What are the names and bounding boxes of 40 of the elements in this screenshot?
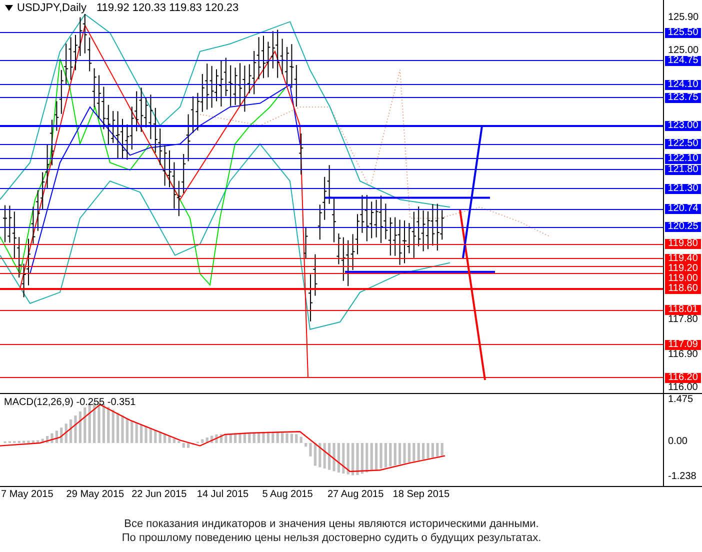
price-label: 118.01 [665, 305, 701, 316]
price-label: 119.20 [665, 264, 701, 274]
price-label: 118.60 [665, 284, 701, 294]
price-tick: 125.90 [668, 13, 699, 23]
price-label: 117.09 [665, 340, 701, 350]
date-label: 29 May 2015 [66, 489, 124, 500]
price-label: 119.80 [665, 239, 701, 250]
price-label: 123.75 [665, 92, 701, 103]
date-label: 7 May 2015 [1, 489, 54, 500]
price-label: 119.00 [665, 274, 701, 284]
price-label: 123.00 [665, 120, 701, 130]
macd-tick: -1.238 [668, 472, 696, 482]
date-label: 18 Sep 2015 [392, 489, 450, 500]
price-label: 121.80 [665, 164, 701, 175]
price-label: 125.50 [665, 28, 701, 38]
macd-tick: 0.00 [668, 437, 688, 447]
macd-title: MACD(12,26,9) -0.255 -0.351 [4, 397, 136, 408]
date-label: 14 Jul 2015 [196, 489, 249, 500]
price-label: 116.20 [665, 372, 701, 383]
price-label: 121.30 [665, 184, 701, 194]
price-label: 120.74 [665, 204, 701, 214]
date-label: 5 Aug 2015 [262, 489, 313, 500]
date-label: 27 Aug 2015 [328, 489, 384, 500]
ohlc-values: 119.92 120.33 119.83 120.23 [96, 2, 239, 14]
price-label: 124.10 [665, 80, 701, 90]
price-tick: 125.00 [668, 46, 699, 56]
disclaimer-text: По прошлому поведению цены нельзя достоверно судить о будущих результатах. [120, 531, 542, 545]
macd-tick: 1.475 [668, 395, 694, 405]
price-label: 124.75 [665, 56, 701, 66]
disclaimer-text: Все показания индикаторов и значения цены являются историческими данными. [123, 517, 540, 531]
price-label: 122.50 [665, 139, 701, 150]
price-tick: 116.90 [668, 350, 698, 360]
price-tick: 116.00 [668, 382, 698, 393]
date-label: 22 Jun 2015 [132, 489, 187, 500]
price-label: 122.10 [665, 154, 701, 164]
symbol-label: USDJPY,Daily [17, 2, 86, 14]
price-label: 119.40 [665, 254, 701, 264]
price-tick: 117.80 [668, 315, 698, 326]
price-label: 120.25 [665, 222, 701, 232]
caret-icon[interactable] [5, 5, 13, 11]
